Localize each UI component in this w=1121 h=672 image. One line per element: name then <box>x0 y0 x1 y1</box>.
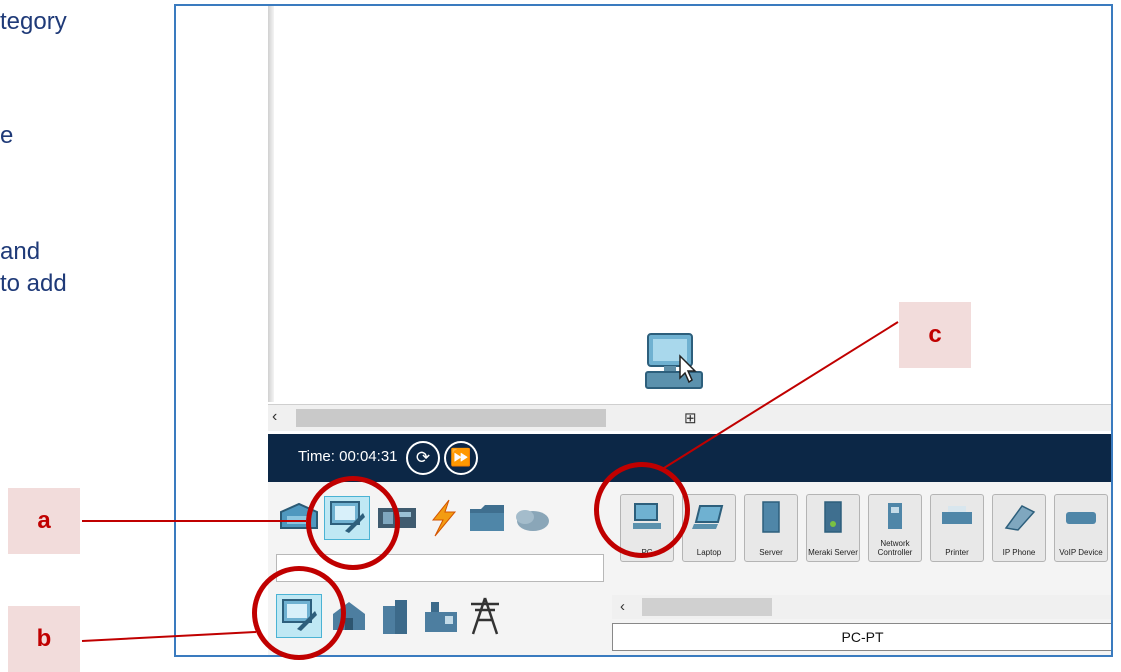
highlight-ring-a <box>306 476 400 570</box>
printer-icon <box>939 499 975 535</box>
device-laptop[interactable]: Laptop <box>682 494 736 562</box>
instruction-text-line-3: and <box>0 238 41 265</box>
network-controller-icon <box>877 499 913 535</box>
miscellaneous-icon[interactable] <box>464 496 510 540</box>
callout-label-a: a <box>8 488 80 554</box>
ip-phone-icon <box>1001 499 1037 535</box>
scroll-left-icon[interactable]: ‹ <box>272 408 277 426</box>
drag-copy-icon: ⊞ <box>684 410 697 427</box>
packet-tracer-screenshot: ‹ ⊞ Time: 00:04:31 ⟳ ⏩ PC Laptop Server … <box>174 4 1113 657</box>
callout-label-b: b <box>8 606 80 672</box>
highlight-ring-c <box>594 462 690 558</box>
instruction-text-line-1: tegory <box>0 8 67 35</box>
device-label: Network Controller <box>877 539 913 557</box>
callout-label-c: c <box>899 302 971 368</box>
meraki-server-icon <box>815 499 851 535</box>
device-label: Printer <box>945 548 969 557</box>
multiuser-icon[interactable] <box>508 496 554 540</box>
device-label: IP Phone <box>1002 548 1036 557</box>
fast-forward-button[interactable]: ⏩ <box>444 441 478 475</box>
voip-device-icon <box>1063 499 1099 535</box>
laptop-icon <box>691 499 727 535</box>
smart-city-icon[interactable] <box>372 594 418 638</box>
highlight-ring-b <box>252 566 346 660</box>
device-label: Server <box>759 548 783 557</box>
instruction-text-line-4: to add <box>0 270 67 297</box>
scrollbar-thumb[interactable] <box>296 409 606 427</box>
device-list-scrollbar[interactable]: ‹ <box>612 595 1111 619</box>
device-server[interactable]: Server <box>744 494 798 562</box>
reset-clock-icon: ⟳ <box>415 448 431 467</box>
instruction-text-line-2: e <box>0 122 14 149</box>
scroll-left-icon[interactable]: ‹ <box>620 598 625 615</box>
reset-clock-button[interactable]: ⟳ <box>406 441 440 475</box>
device-voip[interactable]: VoIP Device <box>1054 494 1108 562</box>
time-display: Time: 00:04:31 <box>298 448 398 465</box>
industrial-icon[interactable] <box>418 594 464 638</box>
dragged-pc-icon[interactable] <box>642 330 712 400</box>
device-label: Meraki Server <box>808 548 858 557</box>
workspace-horizontal-scrollbar[interactable]: ‹ ⊞ <box>268 404 1111 431</box>
power-grid-icon[interactable] <box>462 594 508 638</box>
server-icon <box>753 499 789 535</box>
device-meraki-server[interactable]: Meraki Server <box>806 494 860 562</box>
simulation-time-bar: Time: 00:04:31 ⟳ ⏩ <box>268 434 1111 482</box>
device-label: Laptop <box>696 548 722 557</box>
scrollbar-thumb[interactable] <box>642 598 772 616</box>
fast-forward-icon: ⏩ <box>450 448 472 467</box>
device-model-label: PC-PT <box>612 623 1111 651</box>
device-label: VoIP Device <box>1059 548 1103 557</box>
connections-icon[interactable] <box>420 496 466 540</box>
device-network-controller[interactable]: Network Controller <box>868 494 922 562</box>
device-printer[interactable]: Printer <box>930 494 984 562</box>
workspace-border <box>268 6 274 402</box>
device-ip-phone[interactable]: IP Phone <box>992 494 1046 562</box>
